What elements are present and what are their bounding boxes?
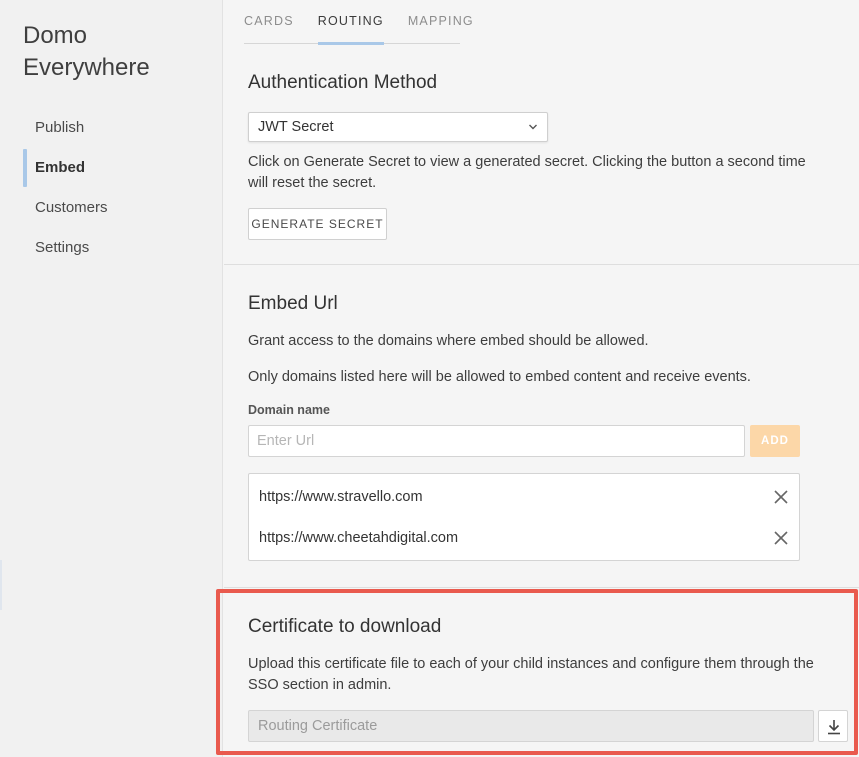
- domain-url: https://www.cheetahdigital.com: [259, 530, 459, 546]
- domain-url: https://www.stravello.com: [259, 489, 423, 505]
- certificate-section: Certificate to download Upload this cert…: [224, 587, 859, 757]
- section-divider: [224, 264, 859, 265]
- close-icon[interactable]: [773, 530, 789, 546]
- sidebar-nav: Publish Embed Customers Settings: [23, 108, 223, 268]
- sidebar-item-publish[interactable]: Publish: [23, 108, 223, 148]
- tab-mapping[interactable]: MAPPING: [408, 0, 474, 44]
- edge-divider: [0, 560, 2, 610]
- tab-cards[interactable]: CARDS: [244, 0, 294, 44]
- sidebar-item-customers[interactable]: Customers: [23, 188, 223, 228]
- main-content: CARDS ROUTING MAPPING Authentication Met…: [224, 0, 859, 757]
- tab-bar: CARDS ROUTING MAPPING: [244, 0, 473, 45]
- embed-url-title: Embed Url: [248, 293, 338, 314]
- close-icon[interactable]: [773, 489, 789, 505]
- list-item: https://www.cheetahdigital.com: [259, 526, 789, 550]
- embed-url-description-2: Only domains listed here will be allowed…: [248, 369, 751, 385]
- auth-method-select[interactable]: JWT Secret: [248, 112, 548, 142]
- embed-url-description-1: Grant access to the domains where embed …: [248, 333, 649, 349]
- domain-name-label: Domain name: [248, 403, 330, 417]
- tab-routing[interactable]: ROUTING: [317, 0, 384, 45]
- domain-url-input[interactable]: [248, 425, 745, 457]
- certificate-title: Certificate to download: [248, 616, 442, 637]
- app-title: Domo Everywhere: [23, 22, 150, 81]
- routing-certificate-field: Routing Certificate: [248, 710, 814, 742]
- sidebar-item-embed[interactable]: Embed: [23, 148, 223, 188]
- add-domain-button[interactable]: ADD: [750, 425, 800, 457]
- chevron-down-icon: [529, 124, 537, 130]
- auth-description: Click on Generate Secret to view a gener…: [248, 154, 806, 191]
- certificate-description: Upload this certificate file to each of …: [248, 656, 814, 693]
- download-icon: [828, 720, 840, 735]
- sidebar-item-settings[interactable]: Settings: [23, 228, 223, 268]
- download-certificate-button[interactable]: [818, 710, 848, 742]
- sidebar: Domo Everywhere Publish Embed Customers …: [0, 0, 223, 757]
- domain-list: https://www.stravello.com https://www.ch…: [248, 473, 800, 561]
- auth-method-title: Authentication Method: [248, 72, 438, 93]
- generate-secret-button[interactable]: GENERATE SECRET: [248, 208, 387, 240]
- auth-method-selected-value: JWT Secret: [258, 119, 334, 135]
- list-item: https://www.stravello.com: [259, 485, 789, 509]
